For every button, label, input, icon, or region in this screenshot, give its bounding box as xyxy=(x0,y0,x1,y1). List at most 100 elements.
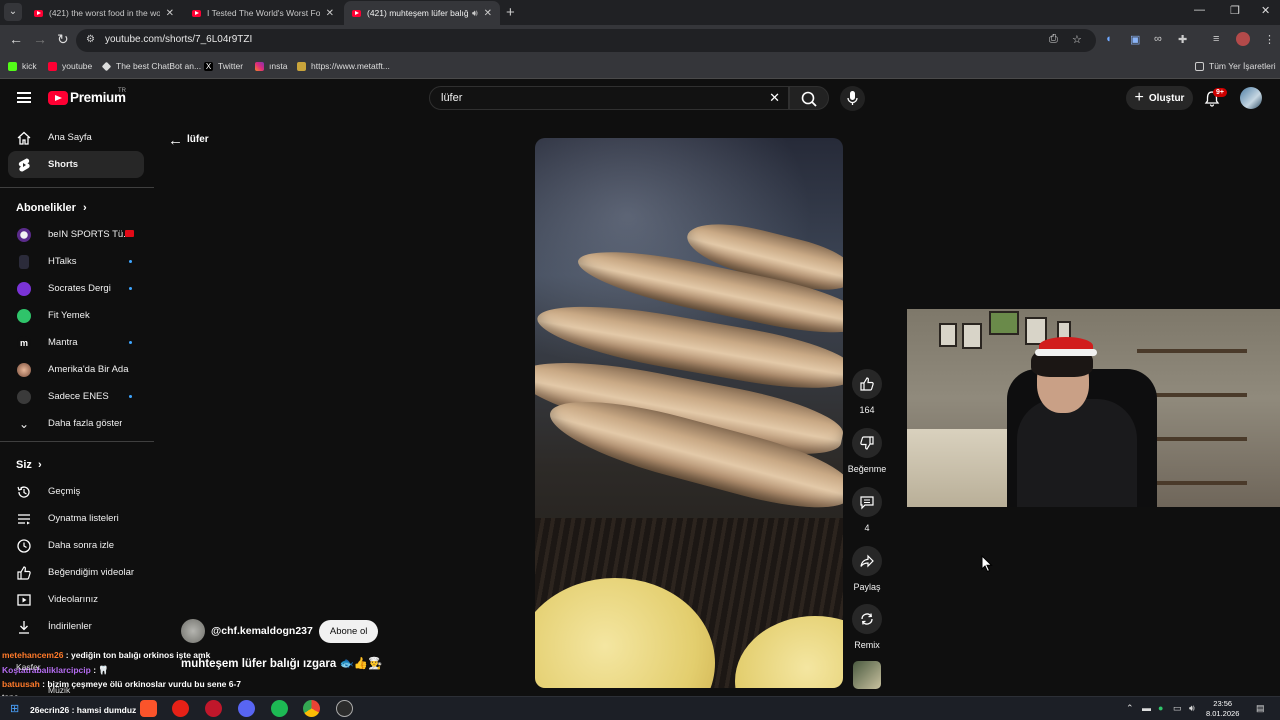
youtube-app-icon[interactable] xyxy=(172,700,189,717)
wall-frame xyxy=(962,323,982,349)
close-tab-icon[interactable]: ✕ xyxy=(484,8,492,19)
subscriptions-heading[interactable]: Abonelikler › xyxy=(16,202,87,214)
sidebar-item-channel[interactable]: Sadece ENES xyxy=(8,383,144,410)
speaker-icon[interactable]: 🔊︎ xyxy=(472,8,478,19)
clear-search-icon[interactable]: ✕ xyxy=(769,90,780,106)
sidebar-item-shorts[interactable]: Shorts xyxy=(8,151,144,178)
comments-button[interactable] xyxy=(852,487,882,517)
close-window-icon[interactable]: ✕ xyxy=(1261,4,1270,17)
spotify-icon[interactable] xyxy=(271,700,288,717)
channel-avatar xyxy=(17,308,31,323)
site-info-icon[interactable]: ⚙ xyxy=(86,34,95,45)
channel-avatar xyxy=(17,281,31,296)
forward-icon[interactable]: → xyxy=(33,31,47,47)
like-button[interactable] xyxy=(852,369,882,399)
bookmark-metatft[interactable]: https://www.metatft... xyxy=(297,61,390,71)
bookmark-instagram[interactable]: ınsta xyxy=(255,61,287,71)
all-bookmarks[interactable]: Tüm Yer İşaretleri xyxy=(1195,61,1276,71)
address-bar[interactable]: ⚙ youtube.com/shorts/7_6L04r9TZI ⎙ ☆ xyxy=(76,29,1096,52)
youtube-favicon-icon xyxy=(34,9,43,17)
channel-avatar[interactable] xyxy=(181,619,205,643)
sidebar-item-liked-videos[interactable]: Beğendiğim videolar xyxy=(8,559,144,586)
brave-icon[interactable] xyxy=(140,700,157,717)
network-icon[interactable]: ▭ xyxy=(1173,703,1182,714)
close-tab-icon[interactable]: ✕ xyxy=(166,8,174,19)
youtube-logo-icon[interactable] xyxy=(48,91,68,105)
back-to-search-query[interactable]: lüfer xyxy=(187,134,209,145)
extensions-puzzle-icon[interactable]: ✚ xyxy=(1178,33,1187,46)
share-action: Paylaş xyxy=(850,546,884,592)
sidebar-item-channel[interactable]: Socrates Dergi xyxy=(8,275,144,302)
sidebar-item-history[interactable]: Geçmiş xyxy=(8,478,144,505)
shorts-video-player[interactable] xyxy=(535,138,843,688)
channel-name[interactable]: @chf.kemaldogn237 xyxy=(211,625,313,637)
search-button[interactable] xyxy=(789,86,829,110)
sidebar-item-channel[interactable]: HTalks xyxy=(8,248,144,275)
back-arrow-icon[interactable]: ← xyxy=(168,132,183,149)
bookmark-chatbot[interactable]: The best ChatBot an... xyxy=(101,61,201,71)
close-tab-icon[interactable]: ✕ xyxy=(326,8,334,19)
show-more-button[interactable]: ⌄ Daha fazla göster xyxy=(8,410,144,437)
like-action: 164 xyxy=(850,369,884,415)
sidebar-item-playlists[interactable]: Oynatma listeleri xyxy=(8,505,144,532)
share-button[interactable] xyxy=(852,546,882,576)
reading-list-icon[interactable]: ≡ xyxy=(1213,33,1219,45)
install-app-icon[interactable]: ⎙ xyxy=(1049,33,1058,46)
account-avatar[interactable] xyxy=(1240,87,1262,109)
browser-tab[interactable]: (421) the worst food in the wo ✕ xyxy=(26,1,182,25)
taskbar-clock[interactable]: 23:56 8.01.2026 xyxy=(1206,699,1239,719)
bookmark-star-icon[interactable]: ☆ xyxy=(1072,33,1082,46)
divider xyxy=(0,441,154,442)
new-tab-icon[interactable]: + xyxy=(506,4,515,21)
sidebar-item-downloads[interactable]: İndirilenler xyxy=(8,613,144,640)
notification-center-icon[interactable]: ▤ xyxy=(1256,703,1265,714)
windows-taskbar: ⊞ 26ecrin26 : hamsi dumduz ⌃ ▬ ● ▭ 🔊︎ 23… xyxy=(0,696,1280,720)
extension-icon[interactable]: ▣ xyxy=(1130,33,1140,46)
extension-icon[interactable]: ∞ xyxy=(1154,33,1162,45)
plus-icon: + xyxy=(1134,89,1144,106)
obs-icon[interactable] xyxy=(336,700,353,717)
back-icon[interactable]: ← xyxy=(9,31,23,47)
browser-tab[interactable]: I Tested The World's Worst Foo ✕ xyxy=(184,1,342,25)
dislike-button[interactable] xyxy=(852,428,882,458)
share-label: Paylaş xyxy=(853,582,881,592)
sidebar-item-channel[interactable]: beIN SPORTS Tü... xyxy=(8,221,144,248)
you-heading[interactable]: Siz › xyxy=(16,459,42,471)
sidebar-item-channel[interactable]: Amerika'da Bir Ada xyxy=(8,356,144,383)
browser-tab-active[interactable]: (421) muhteşem lüfer balığ 🔊︎ ✕ xyxy=(344,1,500,25)
discord-icon[interactable] xyxy=(238,700,255,717)
volume-icon[interactable]: 🔊︎ xyxy=(1189,703,1195,714)
bookmark-youtube[interactable]: youtube xyxy=(48,61,92,71)
tray-app-icon[interactable]: ● xyxy=(1158,703,1163,713)
tab-search-button[interactable]: ⌄ xyxy=(4,3,22,21)
tray-app-icon[interactable]: ▬ xyxy=(1142,703,1151,713)
sidebar-item-your-videos[interactable]: Videolarınız xyxy=(8,586,144,613)
bookmark-kick[interactable]: kick xyxy=(8,61,37,71)
sidebar-item-channel[interactable]: Fit Yemek xyxy=(8,302,144,329)
menu-icon[interactable] xyxy=(17,92,31,103)
search-input[interactable]: lüfer ✕ xyxy=(429,86,789,110)
bookmark-twitter[interactable]: X Twitter xyxy=(204,61,243,71)
remix-icon xyxy=(861,613,873,625)
chrome-menu-icon[interactable]: ⋮ xyxy=(1264,33,1275,46)
sidebar-item-home[interactable]: Ana Sayfa xyxy=(8,124,144,151)
chat-message: batuusah : bizim çeşmeye ölü orkinoslar … xyxy=(2,679,242,689)
sidebar-fragment-text: Kasfer xyxy=(16,662,41,672)
tray-chevron-icon[interactable]: ⌃ xyxy=(1126,703,1134,714)
create-button[interactable]: + Oluştur xyxy=(1126,86,1193,110)
your-videos-icon xyxy=(17,593,31,606)
chrome-icon[interactable] xyxy=(303,700,320,717)
remix-button[interactable] xyxy=(852,604,882,634)
maximize-icon[interactable]: ❐ xyxy=(1230,4,1240,17)
minimize-icon[interactable]: — xyxy=(1194,4,1205,16)
sidebar-item-watch-later[interactable]: Daha sonra izle xyxy=(8,532,144,559)
extension-icon[interactable]: ◖ xyxy=(1105,33,1112,45)
audio-source-thumbnail[interactable] xyxy=(853,661,881,689)
subscribe-button[interactable]: Abone ol xyxy=(318,619,379,643)
windows-start-icon[interactable]: ⊞ xyxy=(10,702,19,715)
profile-avatar[interactable] xyxy=(1236,32,1250,46)
sidebar-item-channel[interactable]: m Mantra xyxy=(8,329,144,356)
reload-icon[interactable]: ↻ xyxy=(57,31,69,48)
opera-icon[interactable] xyxy=(205,700,222,717)
voice-search-button[interactable] xyxy=(840,86,865,111)
